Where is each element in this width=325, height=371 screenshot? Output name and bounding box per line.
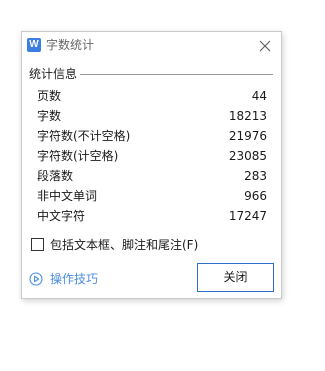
wps-writer-icon: W <box>27 38 41 52</box>
stat-row-non-chinese-words: 非中文单词 966 <box>37 186 267 206</box>
stat-value: 21976 <box>228 129 267 143</box>
stat-value: 18213 <box>228 109 267 123</box>
stat-label: 中文字符 <box>37 209 86 223</box>
stat-value: 283 <box>244 169 267 183</box>
stat-value: 17247 <box>228 209 267 223</box>
stat-label: 非中文单词 <box>37 189 98 203</box>
stat-row-words: 字数 18213 <box>37 106 267 126</box>
stat-value: 44 <box>251 89 267 103</box>
close-icon[interactable] <box>258 38 272 52</box>
stat-row-chinese-chars: 中文字符 17247 <box>37 206 267 226</box>
tips-label[interactable]: 操作技巧 <box>50 271 98 287</box>
stat-value: 966 <box>244 189 267 203</box>
stats-list: 页数 44 字数 18213 字符数(不计空格) 21976 字符数(计空格) … <box>37 86 267 226</box>
title-bar: W 字数统计 <box>22 32 281 58</box>
stat-row-paragraphs: 段落数 283 <box>37 166 267 186</box>
word-count-dialog: W 字数统计 统计信息 页数 44 字数 18213 字符数(不计空格) 219… <box>21 31 282 299</box>
stat-row-pages: 页数 44 <box>37 86 267 106</box>
include-textbox-label[interactable]: 包括文本框、脚注和尾注(F) <box>50 237 198 253</box>
stat-label: 字符数(不计空格) <box>37 129 131 143</box>
section-title: 统计信息 <box>29 66 81 82</box>
stat-row-chars-no-spaces: 字符数(不计空格) 21976 <box>37 126 267 146</box>
close-button[interactable]: 关闭 <box>197 263 274 292</box>
stat-label: 页数 <box>37 89 62 103</box>
stat-label: 字数 <box>37 109 62 123</box>
play-circle-icon[interactable] <box>29 272 43 286</box>
stat-label: 段落数 <box>37 169 74 183</box>
stat-row-chars-with-spaces: 字符数(计空格) 23085 <box>37 146 267 166</box>
stat-label: 字符数(计空格) <box>37 149 119 163</box>
section-divider <box>80 74 273 75</box>
dialog-title: 字数统计 <box>46 38 95 52</box>
stat-value: 23085 <box>228 149 267 163</box>
include-textbox-checkbox[interactable] <box>31 238 44 251</box>
